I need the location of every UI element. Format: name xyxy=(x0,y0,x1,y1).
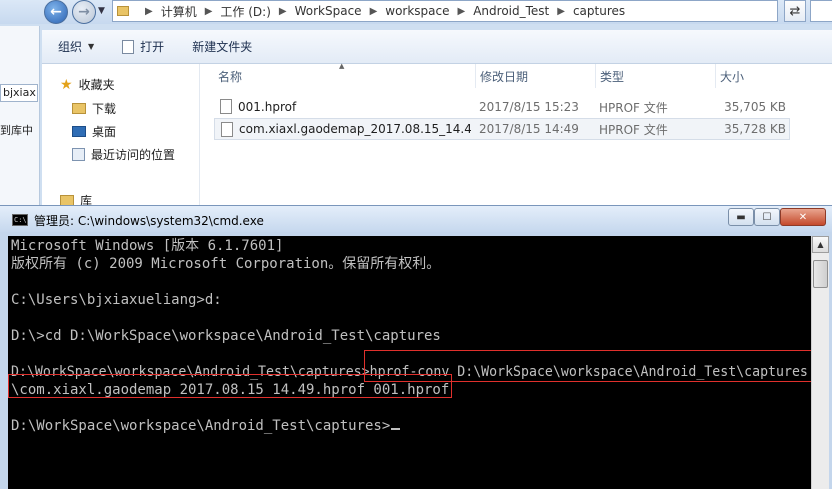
console-icon: C:\ xyxy=(12,214,28,226)
organize-label: 组织 xyxy=(58,40,83,54)
nav-label: 收藏夹 xyxy=(78,78,115,92)
background-window: bjxiax 到库中 xyxy=(0,26,40,206)
nav-item-recent[interactable]: 最近访问的位置 xyxy=(72,146,175,163)
console-output[interactable]: Microsoft Windows [版本 6.1.7601] 版权所有 (c)… xyxy=(8,236,811,489)
console-scrollbar[interactable]: ▲ xyxy=(811,236,829,489)
recent-places-icon xyxy=(72,148,85,161)
file-icon xyxy=(220,99,232,114)
breadcrumb-item[interactable]: captures xyxy=(573,4,625,18)
file-icon xyxy=(221,122,233,137)
column-header-label: 名称 xyxy=(218,69,243,84)
nav-label: 最近访问的位置 xyxy=(91,148,176,162)
breadcrumb-item[interactable]: WorkSpace xyxy=(295,4,362,18)
download-folder-icon xyxy=(72,103,86,114)
window-title: 管理员: C:\windows\system32\cmd.exe xyxy=(34,214,264,228)
explorer-content: ★ 收藏夹 下载 桌面 最近访问的位置 库 名称 ▲ 修改日期 类型 大小 00… xyxy=(42,62,832,214)
background-window-text: 到库中 xyxy=(0,124,33,137)
console-line: C:\Users\bjxiaxueliang>d: xyxy=(11,292,222,308)
chevron-right-icon[interactable]: ▶ xyxy=(205,6,213,17)
chevron-right-icon[interactable]: ▶ xyxy=(557,6,565,17)
file-name: com.xiaxl.gaodemap_2017.08.15_14.4... xyxy=(239,122,471,136)
file-size: 35,728 KB xyxy=(724,122,786,136)
file-size: 35,705 KB xyxy=(724,100,786,114)
scroll-thumb[interactable] xyxy=(813,260,828,288)
new-folder-label: 新建文件夹 xyxy=(192,40,253,54)
column-header-label: 类型 xyxy=(600,69,625,84)
file-type: HPROF 文件 xyxy=(599,100,668,115)
file-row[interactable]: 001.hprof 2017/8/15 15:23 HPROF 文件 35,70… xyxy=(214,96,790,118)
chevron-right-icon[interactable]: ▶ xyxy=(279,6,287,17)
close-button[interactable]: ✕ xyxy=(780,208,826,226)
folder-icon xyxy=(117,6,129,16)
explorer-nav-bar: ← → ▼ ▶ 计算机 ▶ 工作 (D:) ▶ WorkSpace ▶ work… xyxy=(0,0,832,24)
open-label: 打开 xyxy=(140,40,165,54)
nav-label: 桌面 xyxy=(92,125,117,139)
minimize-button[interactable]: ▬ xyxy=(728,208,754,226)
navigation-pane: ★ 收藏夹 下载 桌面 最近访问的位置 库 xyxy=(42,64,200,214)
file-modified: 2017/8/15 14:49 xyxy=(479,122,579,136)
background-window-tab[interactable]: bjxiax xyxy=(0,84,38,102)
column-header-modified[interactable]: 修改日期 xyxy=(476,64,596,88)
file-name: 001.hprof xyxy=(238,100,297,114)
chevron-right-icon[interactable]: ▶ xyxy=(370,6,378,17)
breadcrumb-item[interactable]: 计算机 xyxy=(161,3,197,20)
recent-pages-dropdown-icon[interactable]: ▼ xyxy=(98,6,105,16)
nav-item-favorites[interactable]: ★ 收藏夹 xyxy=(60,76,115,93)
file-row[interactable]: com.xiaxl.gaodemap_2017.08.15_14.4... 20… xyxy=(214,118,790,140)
highlight-box-argument xyxy=(8,374,452,398)
console-line: Microsoft Windows [版本 6.1.7601] xyxy=(11,238,284,254)
organize-button[interactable]: 组织 ▼ xyxy=(58,38,94,55)
file-modified: 2017/8/15 15:23 xyxy=(479,100,579,114)
breadcrumb-item[interactable]: workspace xyxy=(385,4,449,18)
column-header-label: 修改日期 xyxy=(480,69,529,84)
breadcrumb-item[interactable]: Android_Test xyxy=(473,4,549,18)
desktop-icon xyxy=(72,126,86,137)
breadcrumb-item[interactable]: 工作 (D:) xyxy=(220,3,270,20)
forward-arrow-icon[interactable]: → xyxy=(72,0,96,24)
desktop: ← → ▼ ▶ 计算机 ▶ 工作 (D:) ▶ WorkSpace ▶ work… xyxy=(0,0,832,489)
column-header-size[interactable]: 大小 xyxy=(716,64,832,88)
nav-label: 下载 xyxy=(92,102,117,116)
column-header-name[interactable]: 名称 ▲ xyxy=(214,62,476,88)
search-input[interactable] xyxy=(810,0,832,22)
scroll-up-icon[interactable]: ▲ xyxy=(812,236,829,253)
text-cursor xyxy=(391,428,401,430)
chevron-down-icon: ▼ xyxy=(88,42,95,51)
star-icon: ★ xyxy=(60,76,73,93)
address-bar[interactable]: ▶ 计算机 ▶ 工作 (D:) ▶ WorkSpace ▶ workspace … xyxy=(112,0,778,22)
chevron-right-icon[interactable]: ▶ xyxy=(458,6,466,17)
cmd-window: C:\ 管理员: C:\windows\system32\cmd.exe ▬ ☐… xyxy=(0,205,832,489)
column-header-label: 大小 xyxy=(720,69,745,84)
open-button[interactable]: 打开 xyxy=(122,38,164,55)
command-bar: 组织 ▼ 打开 新建文件夹 xyxy=(42,30,832,64)
nav-item-desktop[interactable]: 桌面 xyxy=(72,123,116,140)
cmd-title-bar[interactable]: C:\ 管理员: C:\windows\system32\cmd.exe ▬ ☐… xyxy=(0,206,832,232)
file-list: 名称 ▲ 修改日期 类型 大小 001.hprof 2017/8/15 15:2… xyxy=(214,62,832,214)
nav-item-downloads[interactable]: 下载 xyxy=(72,100,116,117)
prompt-text: D:\WorkSpace\workspace\Android_Test\capt… xyxy=(11,418,391,434)
chevron-right-icon[interactable]: ▶ xyxy=(145,6,153,17)
new-folder-button[interactable]: 新建文件夹 xyxy=(192,38,252,55)
maximize-button[interactable]: ☐ xyxy=(754,208,780,226)
console-line: D:\>cd D:\WorkSpace\workspace\Android_Te… xyxy=(11,328,441,344)
back-arrow-icon[interactable]: ← xyxy=(44,0,68,24)
refresh-arrows-icon[interactable]: ⇄ xyxy=(784,0,806,22)
column-header-type[interactable]: 类型 xyxy=(596,64,716,88)
file-type: HPROF 文件 xyxy=(599,122,668,137)
sort-ascending-icon: ▲ xyxy=(339,62,345,70)
document-icon xyxy=(122,39,135,54)
console-prompt: D:\WorkSpace\workspace\Android_Test\capt… xyxy=(11,418,401,434)
console-line: 版权所有 (c) 2009 Microsoft Corporation。保留所有… xyxy=(11,256,441,272)
